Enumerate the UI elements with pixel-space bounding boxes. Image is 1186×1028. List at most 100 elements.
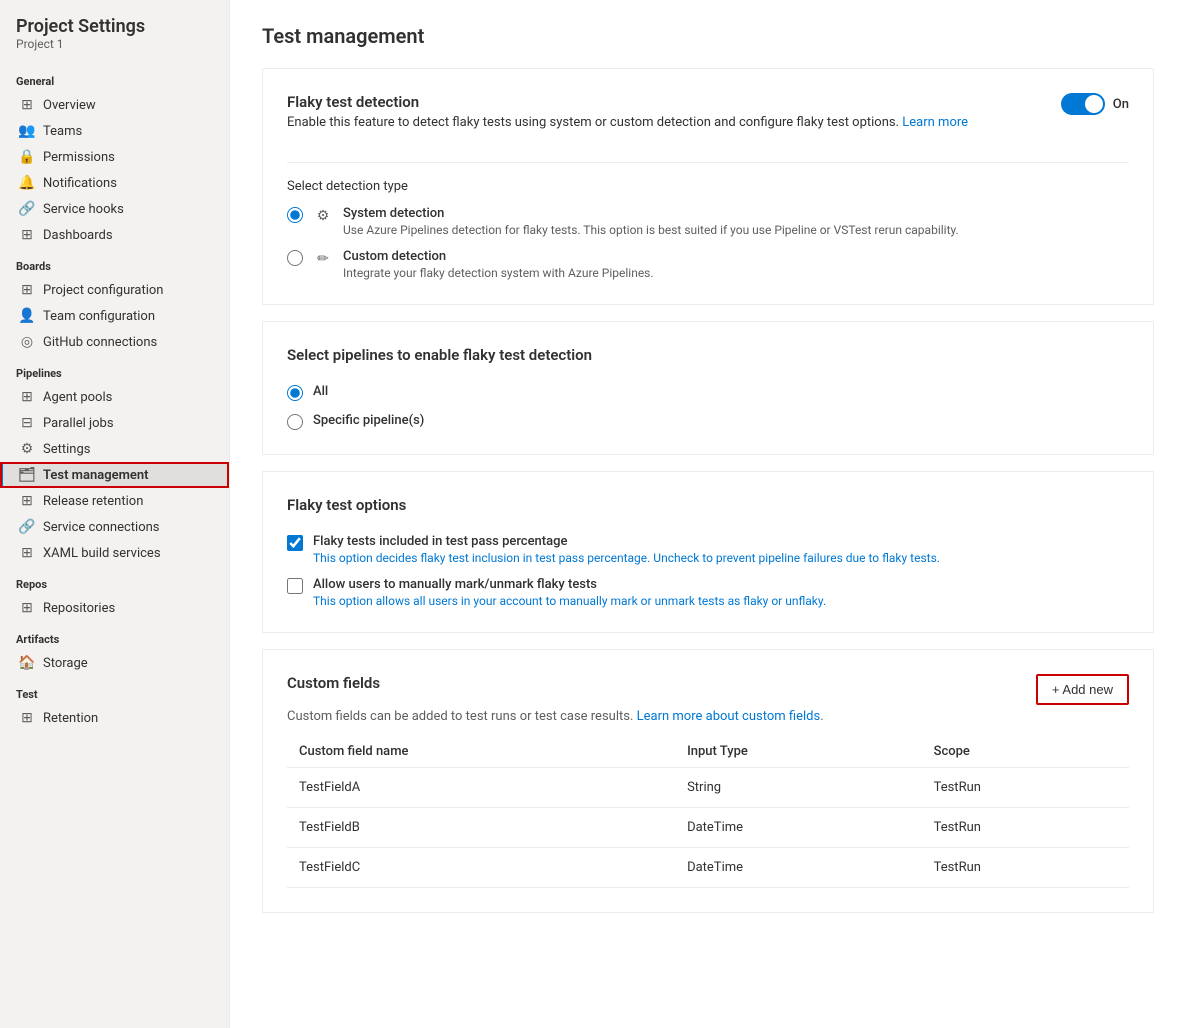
section-test: Test <box>0 676 229 705</box>
sidebar-item-label: Repositories <box>43 601 115 616</box>
sidebar-item-label: Service hooks <box>43 202 124 217</box>
add-new-button[interactable]: + Add new <box>1036 674 1129 705</box>
allow-mark-title: Allow users to manually mark/unmark flak… <box>313 577 826 592</box>
lock-icon: 🔒 <box>19 149 35 165</box>
sidebar: Project Settings Project 1 General ⊞ Ove… <box>0 0 230 1028</box>
sidebar-item-label: GitHub connections <box>43 335 157 350</box>
sidebar-item-team-configuration[interactable]: 👤 Team configuration <box>0 303 229 329</box>
repositories-icon: ⊞ <box>19 600 35 616</box>
field-scope-c: TestRun <box>922 848 1129 888</box>
sidebar-item-repositories[interactable]: ⊞ Repositories <box>0 595 229 621</box>
learn-more-link[interactable]: Learn more <box>902 115 968 130</box>
sidebar-item-dashboards[interactable]: ⊞ Dashboards <box>0 222 229 248</box>
sidebar-item-service-connections[interactable]: 🔗 Service connections <box>0 514 229 540</box>
sidebar-item-label: Parallel jobs <box>43 416 114 431</box>
sidebar-item-github-connections[interactable]: ◎ GitHub connections <box>0 329 229 355</box>
main-content: Test management Flaky test detection Ena… <box>230 0 1186 1028</box>
radio-specific-input[interactable] <box>287 414 303 430</box>
sidebar-item-settings[interactable]: ⚙ Settings <box>0 436 229 462</box>
flaky-detection-header: Flaky test detection Enable this feature… <box>287 93 1129 146</box>
radio-all-input[interactable] <box>287 385 303 401</box>
project-config-icon: ⊞ <box>19 282 35 298</box>
checkbox-allow-mark-input[interactable] <box>287 578 303 594</box>
section-boards: Boards <box>0 248 229 277</box>
radio-specific: Specific pipeline(s) <box>287 413 1129 430</box>
sidebar-item-retention[interactable]: ⊞ Retention <box>0 705 229 731</box>
radio-system-input[interactable] <box>287 207 303 223</box>
sidebar-item-parallel-jobs[interactable]: ⊟ Parallel jobs <box>0 410 229 436</box>
field-scope-b: TestRun <box>922 808 1129 848</box>
custom-fields-title-group: Custom fields <box>287 674 380 696</box>
system-detection-desc: Use Azure Pipelines detection for flaky … <box>343 223 959 237</box>
sidebar-item-label: XAML build services <box>43 546 161 561</box>
sidebar-header: Project Settings Project 1 <box>0 16 229 63</box>
page-title: Test management <box>262 24 1154 48</box>
flaky-detection-title: Flaky test detection <box>287 93 968 111</box>
column-type: Input Type <box>675 736 922 768</box>
checkbox-included-content: Flaky tests included in test pass percen… <box>313 534 940 565</box>
radio-custom-input[interactable] <box>287 250 303 266</box>
sidebar-item-service-hooks[interactable]: 🔗 Service hooks <box>0 196 229 222</box>
table-row: TestFieldA String TestRun <box>287 768 1129 808</box>
parallel-jobs-icon: ⊟ <box>19 415 35 431</box>
checkbox-allow-mark-content: Allow users to manually mark/unmark flak… <box>313 577 826 608</box>
radio-specific-content: Specific pipeline(s) <box>313 413 424 428</box>
custom-fields-desc: Custom fields can be added to test runs … <box>287 709 1129 724</box>
flaky-detection-title-group: Flaky test detection Enable this feature… <box>287 93 968 146</box>
sidebar-item-overview[interactable]: ⊞ Overview <box>0 92 229 118</box>
field-type-a: String <box>675 768 922 808</box>
github-icon: ◎ <box>19 334 35 350</box>
radio-system-detection: ⚙ System detection Use Azure Pipelines d… <box>287 206 1129 237</box>
xaml-icon: ⊞ <box>19 545 35 561</box>
sidebar-title: Project Settings <box>16 16 213 37</box>
sidebar-item-label: Test management <box>43 468 149 483</box>
system-detection-icon: ⚙ <box>313 206 333 226</box>
table-header: Custom field name Input Type Scope <box>287 736 1129 768</box>
sidebar-item-release-retention[interactable]: ⊞ Release retention <box>0 488 229 514</box>
sidebar-item-project-configuration[interactable]: ⊞ Project configuration <box>0 277 229 303</box>
allow-mark-desc: This option allows all users in your acc… <box>313 594 826 608</box>
flaky-detection-toggle[interactable] <box>1061 93 1105 115</box>
sidebar-item-storage[interactable]: 🏠 Storage <box>0 650 229 676</box>
sidebar-item-label: Storage <box>43 656 88 671</box>
sidebar-item-notifications[interactable]: 🔔 Notifications <box>0 170 229 196</box>
sidebar-item-label: Service connections <box>43 520 160 535</box>
sidebar-item-xaml-build-services[interactable]: ⊞ XAML build services <box>0 540 229 566</box>
dashboard-icon: ⊞ <box>19 227 35 243</box>
checkbox-included-input[interactable] <box>287 535 303 551</box>
toggle-label: On <box>1113 97 1129 112</box>
column-scope: Scope <box>922 736 1129 768</box>
flaky-detection-toggle-wrapper: On <box>1061 93 1129 115</box>
sidebar-item-label: Notifications <box>43 176 117 191</box>
settings-icon: ⚙ <box>19 441 35 457</box>
overview-icon: ⊞ <box>19 97 35 113</box>
custom-fields-header: Custom fields + Add new <box>287 674 1129 705</box>
sidebar-item-label: Project configuration <box>43 283 163 298</box>
custom-fields-learn-more[interactable]: Learn more about custom fields <box>637 709 821 724</box>
toggle-track[interactable] <box>1061 93 1105 115</box>
sidebar-item-label: Settings <box>43 442 90 457</box>
section-pipelines: Pipelines <box>0 355 229 384</box>
field-type-b: DateTime <box>675 808 922 848</box>
sidebar-item-permissions[interactable]: 🔒 Permissions <box>0 144 229 170</box>
sidebar-item-label: Overview <box>43 98 96 113</box>
specific-label: Specific pipeline(s) <box>313 413 424 428</box>
field-scope-a: TestRun <box>922 768 1129 808</box>
sidebar-item-label: Agent pools <box>43 390 112 405</box>
flaky-detection-card: Flaky test detection Enable this feature… <box>262 68 1154 305</box>
section-general: General <box>0 63 229 92</box>
team-config-icon: 👤 <box>19 308 35 324</box>
storage-icon: 🏠 <box>19 655 35 671</box>
sidebar-item-label: Team configuration <box>43 309 155 324</box>
radio-custom-detection: ✏ Custom detection Integrate your flaky … <box>287 249 1129 280</box>
sidebar-item-test-management[interactable]: 🗂 Test management <box>0 462 229 488</box>
agent-pools-icon: ⊞ <box>19 389 35 405</box>
system-detection-title: System detection <box>343 206 959 221</box>
radio-all-content: All <box>313 384 328 399</box>
sidebar-item-agent-pools[interactable]: ⊞ Agent pools <box>0 384 229 410</box>
sidebar-item-teams[interactable]: 👥 Teams <box>0 118 229 144</box>
table-row: TestFieldC DateTime TestRun <box>287 848 1129 888</box>
select-pipelines-title: Select pipelines to enable flaky test de… <box>287 346 1129 364</box>
section-repos: Repos <box>0 566 229 595</box>
section-artifacts: Artifacts <box>0 621 229 650</box>
